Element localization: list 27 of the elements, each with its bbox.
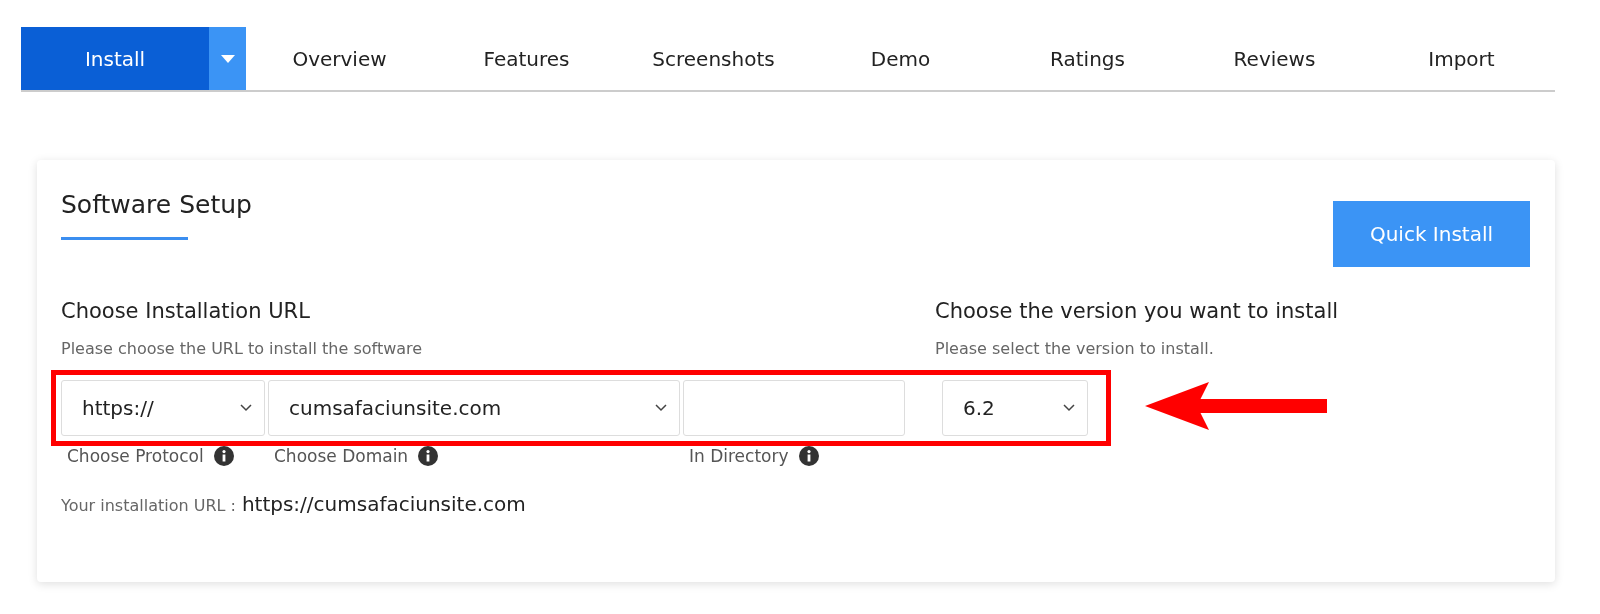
- url-label: Your installation URL :: [61, 496, 236, 515]
- section-heading: Choose Installation URL: [61, 299, 311, 323]
- tab[interactable]: Reviews: [1181, 27, 1368, 90]
- tab[interactable]: Import: [1368, 27, 1555, 90]
- chevron-icon: [240, 404, 252, 412]
- field-label: Choose Domain: [274, 446, 409, 466]
- caret-icon: [220, 54, 235, 63]
- select-field[interactable]: cumsafaciunsite.com: [268, 380, 680, 436]
- section-title: Software Setup: [61, 190, 252, 219]
- tab[interactable]: Screenshots: [620, 27, 807, 90]
- tab[interactable]: Install: [21, 27, 209, 90]
- input-field[interactable]: [683, 380, 905, 436]
- dropdown-button[interactable]: [209, 27, 246, 90]
- tab[interactable]: Demo: [807, 27, 994, 90]
- chevron-icon: [655, 404, 667, 412]
- section-heading: Choose the version you want to install: [935, 299, 1340, 323]
- chevron-icon: [1063, 404, 1075, 412]
- installation-url: https://cumsafaciunsite.com: [241, 492, 526, 516]
- hint-text: Please choose the URL to install the software: [61, 339, 424, 358]
- field-label: In Directory: [689, 446, 789, 466]
- field-label: Choose Protocol: [67, 446, 204, 466]
- hint-text: Please select the version to install.: [935, 339, 1215, 358]
- select-field[interactable]: 6.2: [942, 380, 1088, 436]
- tab[interactable]: Ratings: [994, 27, 1181, 90]
- tab[interactable]: Overview: [246, 27, 433, 90]
- select-field[interactable]: https://: [61, 380, 265, 436]
- tab[interactable]: Features: [433, 27, 620, 90]
